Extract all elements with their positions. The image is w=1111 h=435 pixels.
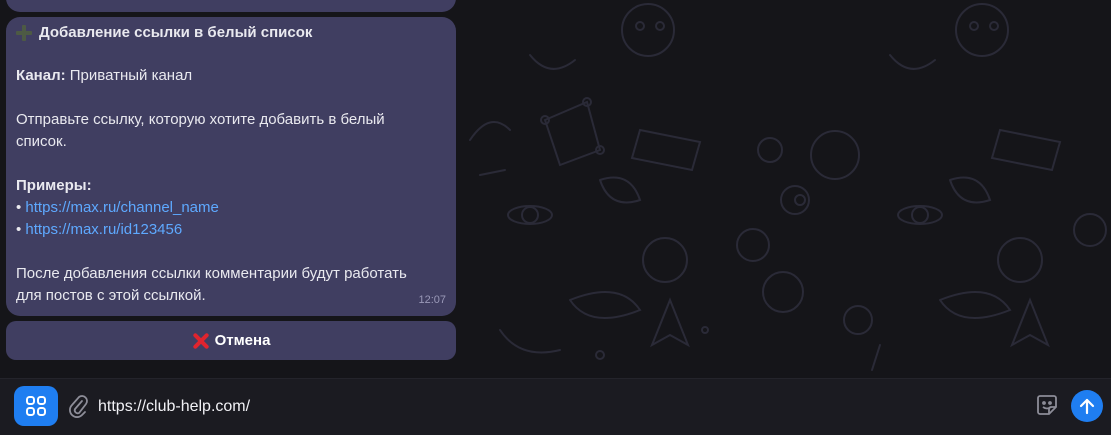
bot-message-bubble: Добавление ссылки в белый список Канал: … xyxy=(6,17,456,316)
channel-line: Канал: Приватный канал xyxy=(16,65,446,87)
apps-grid-icon xyxy=(26,396,46,416)
send-button[interactable] xyxy=(1071,390,1103,422)
sticker-icon[interactable] xyxy=(1035,393,1059,417)
message-title: Добавление ссылки в белый список xyxy=(39,24,313,41)
example-link-2[interactable]: https://max.ru/id123456 xyxy=(25,221,182,238)
note-line-1: После добавления ссылки комментарии буду… xyxy=(16,265,407,282)
examples-label: Примеры: xyxy=(16,177,92,194)
apps-button[interactable] xyxy=(14,386,58,426)
message-title-row: Добавление ссылки в белый список xyxy=(16,23,446,43)
bullet: • xyxy=(16,199,26,216)
plus-icon xyxy=(16,25,32,41)
instruction-line-2: список. xyxy=(16,133,67,150)
previous-message-bubble xyxy=(6,0,456,12)
cancel-button-label: Отмена xyxy=(214,332,271,349)
instruction-line-1: Отправьте ссылку, которую хотите добавит… xyxy=(16,111,385,128)
example-item-2: • https://max.ru/id123456 xyxy=(16,219,446,241)
cancel-button[interactable]: Отмена xyxy=(6,321,456,360)
note-line-2: для постов с этой ссылкой. xyxy=(16,287,206,304)
message-input[interactable] xyxy=(96,391,1020,423)
previous-message-button-stub xyxy=(196,0,256,10)
arrow-up-icon xyxy=(1079,398,1095,415)
paperclip-icon[interactable] xyxy=(67,393,89,419)
example-item-1: • https://max.ru/channel_name xyxy=(16,197,446,219)
channel-value: Приватный канал xyxy=(65,67,193,84)
message-composer xyxy=(0,378,1111,435)
cross-mark-icon xyxy=(192,332,210,350)
example-link-1[interactable]: https://max.ru/channel_name xyxy=(25,199,218,216)
bullet: • xyxy=(16,221,26,238)
channel-label: Канал: xyxy=(16,67,66,84)
message-time: 12:07 xyxy=(418,294,446,306)
